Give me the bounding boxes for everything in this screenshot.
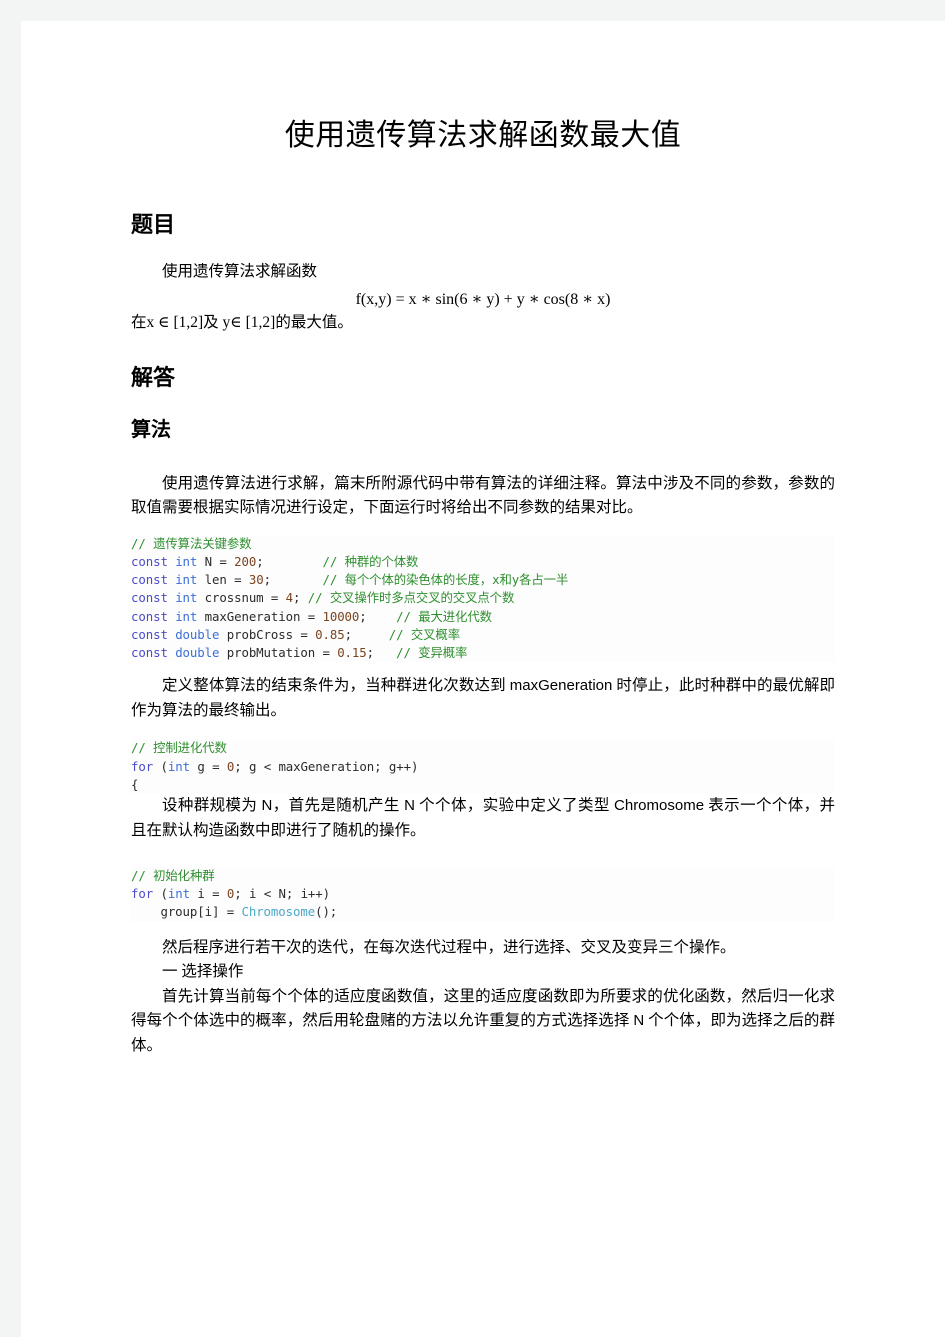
code-declaration-line: const double probMutation = 0.15; // 变异概…	[131, 645, 468, 661]
code-declaration-line: const int len = 30; // 每个个体的染色体的长度，x和y各占…	[131, 572, 569, 588]
code-declaration-line: const int crossnum = 4; // 交叉操作时多点交叉的交叉点…	[131, 590, 515, 606]
algorithm-paragraph-5: 首先计算当前每个个体的适应度函数值，这里的适应度函数即为所要求的优化函数，然后归…	[131, 985, 835, 1058]
document-title: 使用遗传算法求解函数最大值	[284, 119, 682, 152]
code-for-line: for (int g = 0; g < maxGeneration; g++)	[131, 758, 419, 774]
heading-problem: 题目	[131, 212, 176, 237]
inline-code-n-1: N	[261, 797, 273, 815]
algorithm-paragraph-2: 定义整体算法的结束条件为，当种群进化次数达到 maxGeneration 时停止…	[131, 674, 835, 723]
code-block-init-population: // 初始化种群 for (int i = 0; i < N; i++) grou…	[131, 867, 835, 922]
code-comment-header: // 遗传算法关键参数	[131, 535, 252, 551]
page-content: 使用遗传算法求解函数最大值 题目 使用遗传算法求解函数 f(x,y) = x ∗…	[131, 21, 835, 1058]
paragraph-3-text-b: ，首先是随机产生	[272, 797, 405, 815]
heading-answer: 解答	[131, 365, 176, 391]
code-open-brace: {	[131, 776, 139, 792]
paragraph-3-text-a: 设种群规模为	[162, 797, 262, 815]
paragraph-3-text-c: 个个体，实验中定义了类型	[414, 797, 615, 815]
code-body-line: group[i] = Chromosome();	[160, 904, 338, 920]
algorithm-paragraph-4: 然后程序进行若干次的迭代，在每次迭代过程中，进行选择、交叉及变异三个操作。	[162, 938, 736, 956]
heading-algorithm: 算法	[131, 418, 171, 441]
algorithm-list-item-1: 一 选择操作	[162, 963, 244, 981]
algorithm-paragraph-1: 使用遗传算法进行求解，篇末所附源代码中带有算法的详细注释。算法中涉及不同的参数，…	[131, 474, 835, 517]
code-declaration-line: const int N = 200; // 种群的个体数	[131, 553, 419, 569]
objective-function-formula: f(x,y) = x ∗ sin(6 ∗ y) + y ∗ cos(8 ∗ x)	[355, 290, 611, 308]
document-page: 使用遗传算法求解函数最大值 题目 使用遗传算法求解函数 f(x,y) = x ∗…	[21, 21, 945, 1337]
inline-code-chromosome: Chromosome	[614, 797, 705, 815]
code-for-line: for (int i = 0; i < N; i++)	[131, 886, 331, 902]
code-block-generation-loop: // 控制进化代数 for (int g = 0; g < maxGenerati…	[131, 739, 835, 795]
problem-range-text: 在x ∈ [1,2]及 y∈ [1,2]的最大值。	[131, 313, 353, 331]
paragraph-2-text-before: 定义整体算法的结束条件为，当种群进化次数达到	[162, 677, 510, 695]
inline-code-n-2: N	[404, 797, 415, 815]
inline-code-n-3: N	[633, 1012, 645, 1030]
algorithm-paragraph-3: 设种群规模为 N，首先是随机产生 N 个个体，实验中定义了类型 Chromoso…	[131, 794, 835, 843]
code-declaration-line: const int maxGeneration = 10000; // 最大进化…	[131, 608, 492, 624]
code-comment-header: // 初始化种群	[131, 868, 215, 883]
code-comment-header: // 控制进化代数	[131, 740, 227, 756]
problem-intro-text: 使用遗传算法求解函数	[162, 263, 318, 281]
code-block-parameters: // 遗传算法关键参数 const int N = 200; // 种群的个体数 c…	[131, 534, 835, 663]
code-parameter-lines: const int N = 200; // 种群的个体数 const int le…	[131, 553, 835, 662]
code-declaration-line: const double probCross = 0.85; // 交叉概率	[131, 626, 460, 642]
inline-code-maxgeneration: maxGeneration	[509, 677, 613, 695]
